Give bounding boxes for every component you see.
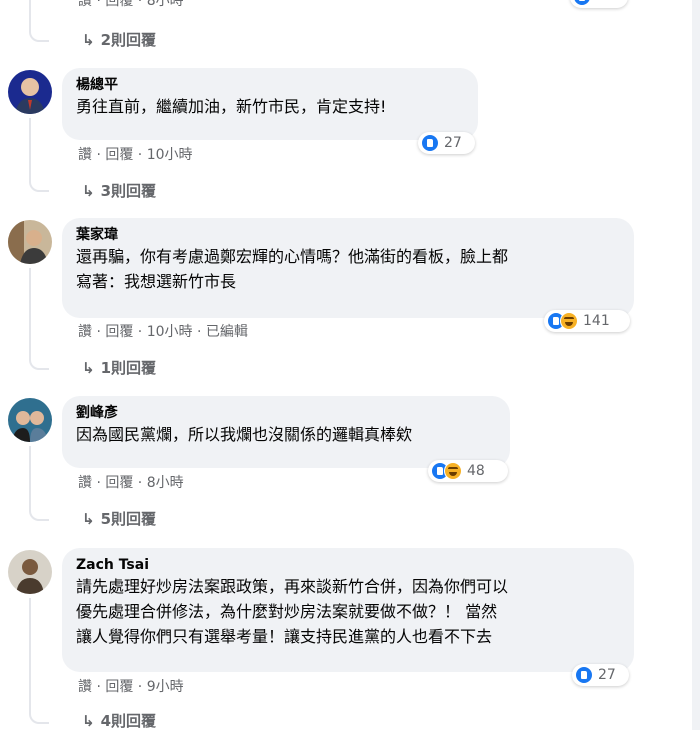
timestamp[interactable]: 9小時 — [147, 679, 184, 695]
commenter-name[interactable]: Zach Tsai — [76, 556, 622, 574]
thread-line — [29, 118, 31, 180]
comment-actions: 讚 · 回覆 · 8小時 — [78, 0, 184, 9]
thread-line — [29, 598, 31, 712]
view-replies-link[interactable]: ↳ 1則回覆 — [82, 357, 156, 378]
comment-actions: 讚 · 回覆 · 8小時 — [78, 475, 184, 491]
view-replies-link[interactable]: ↳ 3則回覆 — [82, 180, 156, 201]
like-link[interactable]: 讚 — [78, 679, 92, 695]
reaction-summary[interactable] — [570, 0, 628, 8]
comment-bubble: 劉峰彥 因為國民黨爛，所以我爛也沒關係的邏輯真棒欸 — [62, 396, 510, 468]
edited-label[interactable]: 已編輯 — [206, 324, 248, 340]
thread-curve — [29, 26, 49, 42]
reply-link[interactable]: 回覆 — [105, 475, 133, 491]
thread-curve — [29, 505, 49, 521]
reaction-summary[interactable]: 27 — [418, 132, 475, 154]
like-link[interactable]: 讚 — [78, 475, 92, 491]
timestamp[interactable]: 10小時 — [147, 147, 193, 163]
thread-line — [29, 446, 31, 509]
timestamp[interactable]: 10小時 — [147, 324, 193, 340]
like-reaction-icon — [421, 134, 439, 152]
timestamp[interactable]: 8小時 — [147, 475, 184, 491]
view-replies-link[interactable]: ↳ 2則回覆 — [82, 29, 156, 50]
comment-text: 請先處理好炒房法案跟政策，再來談新竹合併，因為你們可以 優先處理合併修法，為什麼對… — [76, 577, 509, 646]
commenter-name[interactable]: 葉家瑋 — [76, 226, 622, 244]
reply-arrow-icon: ↳ — [82, 359, 95, 377]
reply-link[interactable]: 回覆 — [105, 324, 133, 340]
reaction-summary[interactable]: 141 — [544, 310, 630, 332]
avatar[interactable] — [8, 398, 52, 442]
reaction-summary[interactable]: 27 — [572, 664, 629, 686]
comment-actions: 讚 · 回覆 · 10小時 · 已編輯 — [78, 324, 248, 340]
view-replies-link[interactable]: ↳ 5則回覆 — [82, 508, 156, 529]
avatar[interactable] — [8, 220, 52, 264]
like-link[interactable]: 讚 — [78, 324, 92, 340]
thread-curve — [29, 176, 49, 192]
avatar[interactable] — [8, 550, 52, 594]
reply-link[interactable]: 回覆 — [105, 147, 133, 163]
scrollbar[interactable] — [692, 0, 700, 730]
thread-line — [29, 0, 31, 28]
like-link[interactable]: 讚 — [78, 147, 92, 163]
comment-text: 因為國民黨爛，所以我爛也沒關係的邏輯真棒欸 — [76, 425, 413, 444]
comment-actions: 讚 · 回覆 · 10小時 — [78, 147, 193, 163]
reaction-summary[interactable]: 48 — [428, 460, 508, 482]
comment-actions: 讚 · 回覆 · 9小時 — [78, 679, 184, 695]
reply-arrow-icon: ↳ — [82, 712, 95, 730]
like-reaction-icon — [575, 666, 593, 684]
like-reaction-icon — [573, 0, 591, 6]
reply-arrow-icon: ↳ — [82, 182, 95, 200]
comment-bubble: Zach Tsai 請先處理好炒房法案跟政策，再來談新竹合併，因為你們可以 優先處… — [62, 548, 634, 672]
haha-reaction-icon — [444, 462, 462, 480]
comment-text: 還再騙，你有考慮過鄭宏輝的心情嗎？他滿街的看板，臉上都 寫著：我想選新竹市長 — [76, 247, 509, 291]
thread-curve — [29, 708, 49, 724]
avatar[interactable] — [8, 70, 52, 114]
comment-text: 勇往直前，繼續加油，新竹市民，肯定支持! — [76, 97, 387, 116]
reply-arrow-icon: ↳ — [82, 510, 95, 528]
comment-bubble: 楊總平 勇往直前，繼續加油，新竹市民，肯定支持! — [62, 68, 478, 140]
thread-line — [29, 268, 31, 358]
commenter-name[interactable]: 楊總平 — [76, 76, 466, 94]
reply-arrow-icon: ↳ — [82, 31, 95, 49]
reply-link[interactable]: 回覆 — [105, 679, 133, 695]
thread-curve — [29, 354, 49, 370]
comment-bubble: 葉家瑋 還再騙，你有考慮過鄭宏輝的心情嗎？他滿街的看板，臉上都 寫著：我想選新竹市… — [62, 218, 634, 318]
haha-reaction-icon — [560, 312, 578, 330]
commenter-name[interactable]: 劉峰彥 — [76, 404, 498, 422]
view-replies-link[interactable]: ↳ 4則回覆 — [82, 710, 156, 731]
